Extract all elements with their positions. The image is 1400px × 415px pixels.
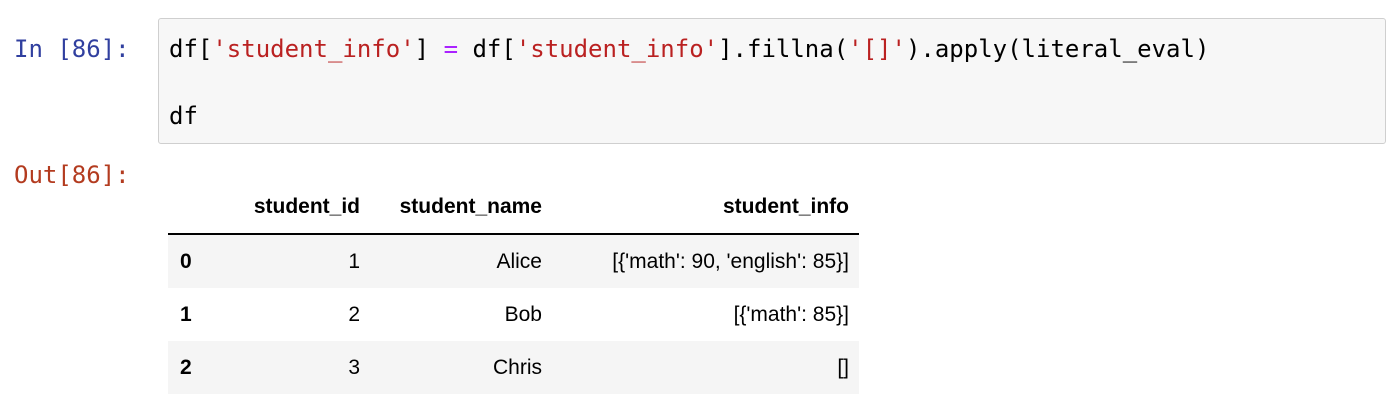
- dataframe-table: student_id student_name student_info 0 1…: [168, 180, 859, 394]
- row-index: 2: [180, 355, 192, 379]
- input-cell[interactable]: In [86]: df['student_info'] = df['studen…: [0, 18, 1400, 148]
- code-editor[interactable]: df['student_info'] = df['student_info'].…: [158, 18, 1386, 144]
- code-token: ).apply(literal_eval): [905, 35, 1210, 63]
- code-token: df[: [458, 35, 516, 63]
- table-row: 1 2 Bob [{'math': 85}]: [168, 288, 859, 341]
- table-row: 0 1 Alice [{'math': 90, 'english': 85}]: [168, 234, 859, 288]
- table-cell: [{'math': 85}]: [733, 302, 849, 326]
- table-row: 2 3 Chris []: [168, 341, 859, 394]
- row-index: 1: [180, 302, 192, 326]
- code-line: df: [169, 102, 198, 130]
- table-cell: Chris: [492, 355, 542, 379]
- assignment-operator: =: [443, 35, 459, 63]
- column-header: student_id: [218, 180, 370, 235]
- table-cell: 1: [348, 249, 360, 273]
- code-token: df[: [169, 35, 213, 63]
- string-literal: 'student_info': [515, 35, 719, 63]
- output-area: student_id student_name student_info 0 1…: [168, 180, 859, 394]
- table-header-row: student_id student_name student_info: [168, 180, 859, 235]
- string-literal: '[]': [848, 35, 906, 63]
- table-cell: Alice: [496, 249, 542, 273]
- input-prompt: In [86]:: [14, 35, 130, 63]
- code-line: df['student_info'] = df['student_info'].…: [169, 34, 1209, 64]
- code-token: ].fillna(: [718, 35, 849, 63]
- column-header: student_info: [552, 180, 859, 235]
- table-cell: []: [837, 355, 849, 379]
- string-literal: 'student_info': [212, 35, 415, 63]
- column-header: [168, 180, 218, 235]
- table-cell: 2: [348, 302, 360, 326]
- column-header: student_name: [370, 180, 552, 235]
- table-cell: Bob: [504, 302, 542, 326]
- table-cell: 3: [348, 355, 360, 379]
- table-cell: [{'math': 90, 'english': 85}]: [612, 249, 849, 273]
- code-token: ]: [414, 35, 444, 63]
- row-index: 0: [180, 249, 192, 273]
- output-prompt: Out[86]:: [14, 161, 130, 189]
